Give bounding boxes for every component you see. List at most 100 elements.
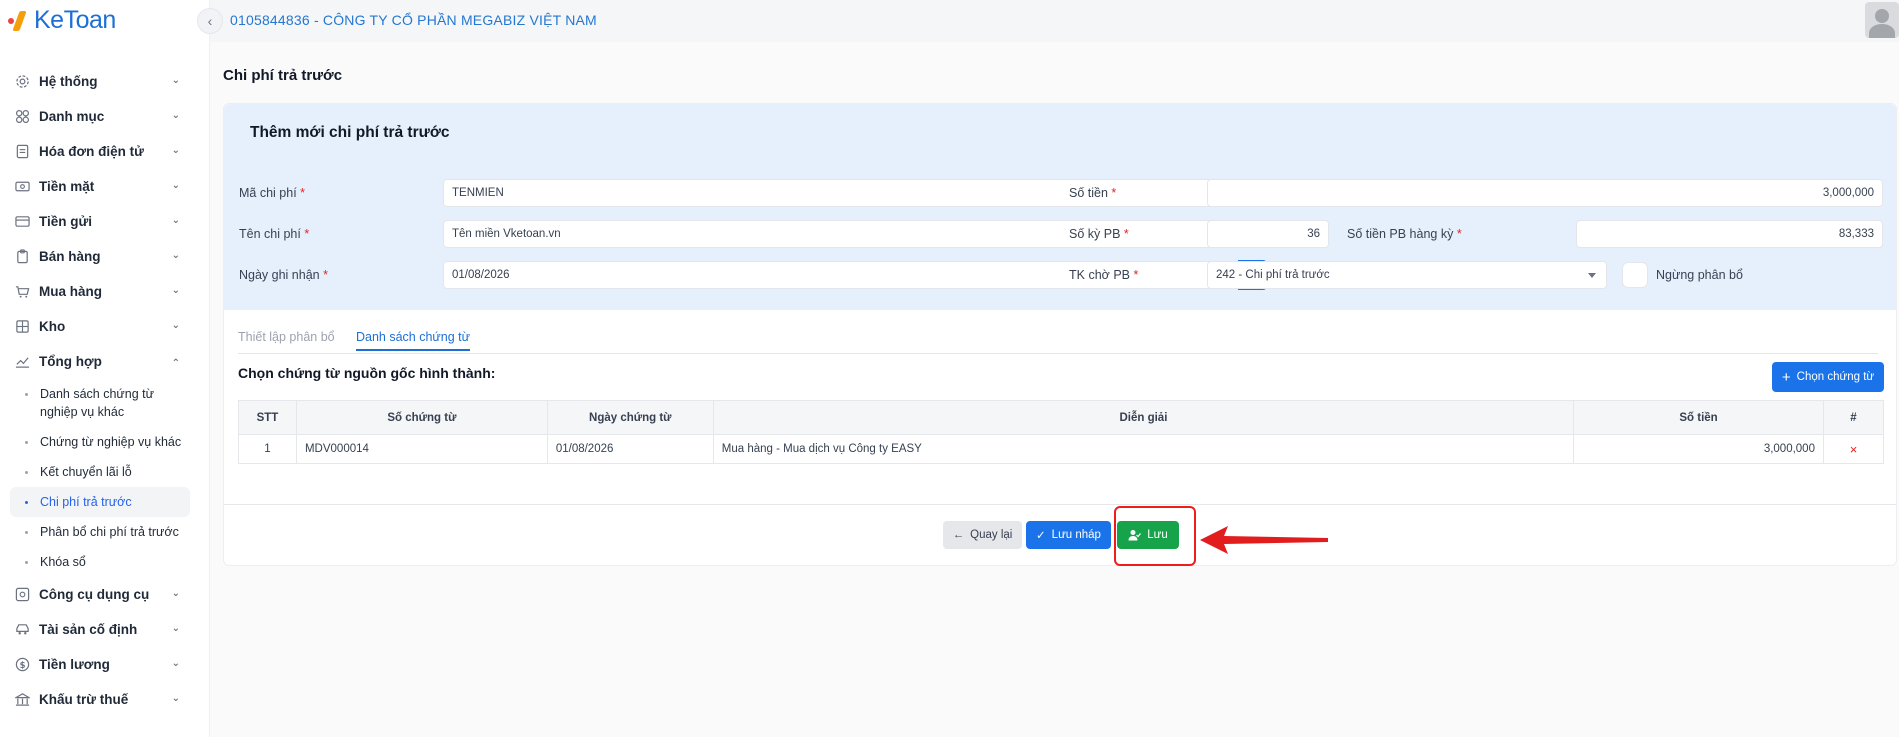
submenu-item[interactable]: Khóa sổ	[0, 547, 200, 577]
sidebar-item-label: Công cụ dụng cụ	[39, 587, 150, 602]
so-tien-input[interactable]: 3,000,000	[1207, 179, 1883, 207]
submenu-item-active[interactable]: Chi phí trả trước	[10, 487, 190, 517]
sidebar-item-label: Tài sản cố định	[39, 622, 138, 637]
sidebar-item-label: Tiền gửi	[39, 214, 93, 229]
chevron-down-icon: ⌄	[171, 693, 180, 704]
cell-ngay: 01/08/2026	[546, 434, 714, 464]
sidebar-item-label: Tiền mặt	[39, 179, 95, 194]
sidebar-collapse-button[interactable]: ‹	[197, 8, 223, 34]
tk-cho-pb-value: 242 - Chi phí trả trước	[1216, 269, 1330, 281]
so-ky-pb-input[interactable]: 36	[1207, 220, 1329, 248]
tab-thiet-lap-phan-bo[interactable]: Thiết lập phân bổ	[238, 330, 335, 344]
sidebar: KeToan Hệ thống ⌄ Danh mục ⌄ Hóa đơn điệ…	[0, 0, 210, 737]
sidebar-item-khau-tru-thue[interactable]: Khấu trừ thuế ⌄	[0, 682, 200, 717]
tools-icon	[14, 587, 30, 603]
sidebar-item-label: Tổng hợp	[39, 354, 102, 369]
invoice-icon	[14, 144, 30, 160]
back-button[interactable]: ← Quay lại	[943, 521, 1022, 549]
chevron-down-icon: ⌄	[171, 110, 180, 121]
sidebar-item-label: Khấu trừ thuế	[39, 692, 129, 707]
save-draft-label: Lưu nháp	[1051, 529, 1101, 541]
ma-chi-phi-label: Mã chi phí *	[239, 186, 306, 200]
tk-cho-pb-select[interactable]: 242 - Chi phí trả trước	[1207, 261, 1607, 289]
sidebar-item-tai-san[interactable]: Tài sản cố định ⌄	[0, 612, 200, 647]
caret-down-icon	[1588, 273, 1596, 278]
submenu-item[interactable]: Kết chuyển lãi lỗ	[0, 457, 200, 487]
ngung-phan-bo-label: Ngừng phân bổ	[1656, 268, 1743, 282]
back-label: Quay lại	[970, 529, 1013, 541]
cash-icon	[14, 179, 30, 195]
cell-dien-giai: Mua hàng - Mua dịch vụ Công ty EASY	[712, 434, 1575, 464]
sidebar-item-he-thong[interactable]: Hệ thống ⌄	[0, 64, 200, 99]
sidebar-item-kho[interactable]: Kho ⌄	[0, 309, 200, 344]
col-header-actions: #	[1822, 400, 1885, 435]
page-title: Chi phí trả trước	[223, 67, 343, 84]
delete-icon[interactable]: ×	[1850, 442, 1858, 457]
divider	[224, 504, 1896, 505]
so-ky-pb-label: Số kỳ PB *	[1069, 227, 1129, 241]
sidebar-item-label: Bán hàng	[39, 249, 101, 264]
table-header-row: STT Số chứng từ Ngày chứng từ Diễn giải …	[238, 400, 1885, 435]
tk-cho-pb-label: TK chờ PB *	[1069, 268, 1139, 282]
sidebar-item-mua-hang[interactable]: Mua hàng ⌄	[0, 274, 200, 309]
sidebar-item-label: Tiền lương	[39, 657, 110, 672]
form-header: Thêm mới chi phí trả trước Mã chi phí * …	[224, 104, 1896, 310]
cart-icon	[14, 284, 30, 300]
red-arrow-icon	[1200, 526, 1328, 554]
logo-text: KeToan	[34, 5, 116, 34]
logo[interactable]: KeToan	[6, 4, 116, 36]
ten-chi-phi-input[interactable]: Tên miền Vketoan.vn	[443, 220, 1267, 248]
svg-text:$: $	[19, 660, 25, 670]
sidebar-item-cong-cu[interactable]: Công cụ dụng cụ ⌄	[0, 577, 200, 612]
chevron-down-icon: ⌄	[171, 180, 180, 191]
choose-document-button[interactable]: + Chọn chứng từ	[1772, 362, 1884, 392]
sidebar-item-danh-muc[interactable]: Danh mục ⌄	[0, 99, 200, 134]
logo-mark-icon	[6, 9, 28, 31]
cell-so-chung-tu: MDV000014	[295, 434, 548, 464]
bank-card-icon	[14, 214, 30, 230]
chevron-up-icon: ⌃	[171, 358, 180, 369]
section-title: Chọn chứng từ nguồn gốc hình thành:	[238, 365, 496, 381]
ten-chi-phi-label: Tên chi phí *	[239, 227, 310, 241]
form-card: Thêm mới chi phí trả trước Mã chi phí * …	[223, 103, 1897, 566]
form-title: Thêm mới chi phí trả trước	[250, 124, 450, 141]
ma-chi-phi-input[interactable]: TENMIEN	[443, 179, 1267, 207]
table-row[interactable]: 1 MDV000014 01/08/2026 Mua hàng - Mua dị…	[238, 434, 1885, 464]
sidebar-item-ban-hang[interactable]: Bán hàng ⌄	[0, 239, 200, 274]
check-icon: ✓	[1036, 530, 1046, 542]
chevron-left-icon: ‹	[207, 13, 213, 29]
chevron-down-icon: ⌄	[171, 320, 180, 331]
sidebar-item-label: Kho	[39, 319, 66, 334]
so-tien-pb-label: Số tiền PB hàng kỳ *	[1347, 227, 1462, 241]
ngung-phan-bo-checkbox[interactable]	[1622, 262, 1648, 288]
sidebar-item-tien-gui[interactable]: Tiền gửi ⌄	[0, 204, 200, 239]
sidebar-item-hoa-don[interactable]: Hóa đơn điện tử ⌄	[0, 134, 200, 169]
chevron-down-icon: ⌄	[171, 250, 180, 261]
col-header-so-tien: Số tiền	[1573, 400, 1824, 435]
grid-icon	[14, 109, 30, 125]
cell-so-tien: 3,000,000	[1573, 434, 1824, 464]
so-tien-pb-input[interactable]: 83,333	[1576, 220, 1883, 248]
tab-danh-sach-chung-tu[interactable]: Danh sách chứng từ	[356, 330, 471, 351]
arrow-left-icon: ←	[952, 529, 965, 541]
so-tien-label: Số tiền *	[1069, 186, 1117, 200]
sidebar-item-tien-luong[interactable]: $ Tiền lương ⌄	[0, 647, 200, 682]
chevron-down-icon: ⌄	[171, 145, 180, 156]
company-name: 0105844836 - CÔNG TY CỔ PHẦN MEGABIZ VIỆ…	[230, 12, 597, 28]
chevron-down-icon: ⌄	[171, 285, 180, 296]
submenu-item[interactable]: Chứng từ nghiệp vụ khác	[0, 427, 200, 457]
submenu-item[interactable]: Danh sách chứng từ nghiệp vụ khác	[0, 379, 200, 427]
sidebar-item-tong-hop[interactable]: Tổng hợp ⌃	[0, 344, 200, 379]
warehouse-icon	[14, 319, 30, 335]
avatar[interactable]	[1865, 2, 1899, 38]
delete-row-cell: ×	[1822, 434, 1885, 464]
col-header-stt: STT	[238, 400, 297, 435]
dollar-icon: $	[14, 657, 30, 673]
sidebar-item-label: Hóa đơn điện tử	[39, 144, 144, 159]
submenu-item[interactable]: Phân bổ chi phí trả trước	[0, 517, 200, 547]
topbar: 0105844836 - CÔNG TY CỔ PHẦN MEGABIZ VIỆ…	[210, 0, 1899, 42]
bank-icon	[14, 692, 30, 708]
save-draft-button[interactable]: ✓ Lưu nháp	[1026, 521, 1111, 549]
sidebar-item-tien-mat[interactable]: Tiền mặt ⌄	[0, 169, 200, 204]
clipboard-icon	[14, 249, 30, 265]
